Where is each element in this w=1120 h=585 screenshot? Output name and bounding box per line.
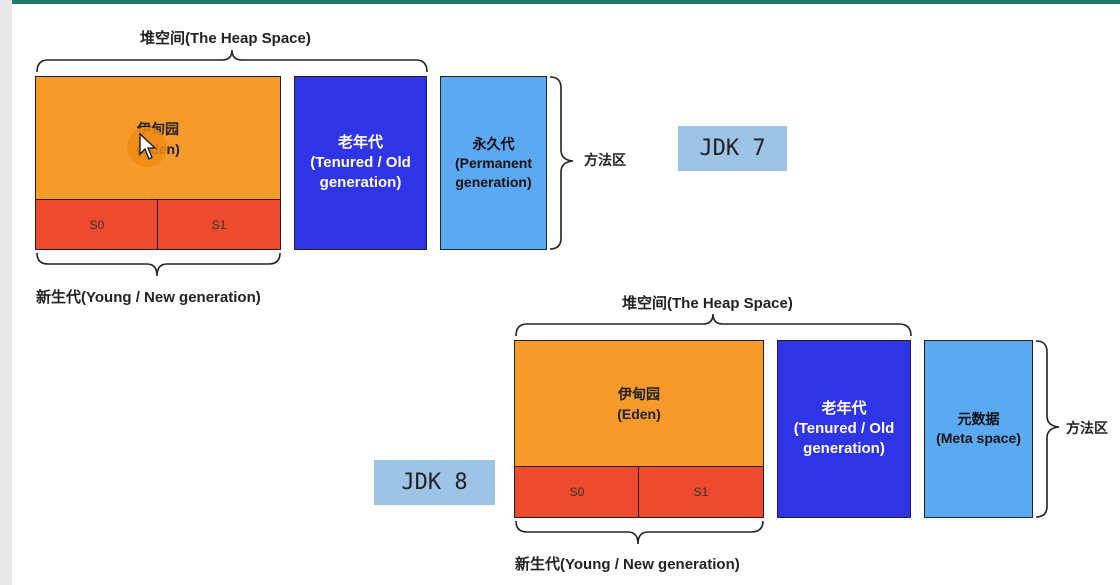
- jdk7-old-label: 老年代: [337, 134, 383, 151]
- jdk8-eden-sublabel: (Eden): [617, 406, 661, 422]
- jdk8-method-area-label: 方法区: [1066, 420, 1108, 436]
- jdk8-s0-box: S0: [514, 466, 640, 518]
- jdk7-old-sublabel-2: generation): [319, 174, 402, 191]
- jdk8-method-area-brace: [1035, 340, 1060, 518]
- jdk7-young-brace: [36, 252, 281, 277]
- jdk8-s1-box: S1: [638, 466, 764, 518]
- jdk8-old-sublabel-1: (Tenured / Old: [793, 420, 895, 437]
- mouse-cursor-icon: [139, 132, 157, 160]
- jdk8-heap-label: 堆空间(The Heap Space): [622, 295, 793, 312]
- jdk7-perm-sublabel-1: (Permanent: [454, 154, 533, 171]
- jdk8-heap-brace: [515, 313, 912, 337]
- jdk8-young-label: 新生代(Young / New generation): [515, 556, 740, 573]
- window-left-edge: [0, 0, 12, 585]
- jdk7-perm-gen-box: 永久代 (Permanent generation): [440, 76, 547, 250]
- jdk8-old-gen-box: 老年代 (Tenured / Old generation): [777, 340, 911, 518]
- jdk8-old-label: 老年代: [821, 400, 867, 417]
- jdk8-eden-label: 伊甸园: [618, 386, 660, 402]
- jdk7-method-area-brace: [549, 76, 574, 250]
- window-top-bar: [0, 0, 1120, 4]
- jdk7-perm-label: 永久代: [472, 135, 515, 152]
- jdk7-s1-box: S1: [157, 199, 281, 250]
- jdk7-method-area-label: 方法区: [584, 152, 626, 168]
- jdk8-metaspace-box: 元数据 (Meta space): [924, 340, 1033, 518]
- jdk8-s1-label: S1: [693, 485, 709, 499]
- jdk7-s0-box: S0: [35, 199, 159, 250]
- jdk8-s0-label: S0: [569, 485, 585, 499]
- jdk7-perm-sublabel-2: generation): [455, 173, 532, 190]
- jdk8-old-sublabel-2: generation): [803, 440, 885, 457]
- jdk7-heap-brace: [36, 49, 428, 73]
- jdk7-old-gen-box: 老年代 (Tenured / Old generation): [294, 76, 427, 250]
- jdk8-eden-box: 伊甸园 (Eden): [514, 340, 764, 468]
- jdk7-s0-label: S0: [89, 217, 105, 232]
- jdk7-old-sublabel-1: (Tenured / Old: [310, 154, 411, 171]
- jdk7-young-label: 新生代(Young / New generation): [36, 289, 261, 306]
- jdk8-meta-sublabel: (Meta space): [936, 430, 1021, 446]
- jdk8-young-brace: [515, 520, 764, 545]
- jdk7-s1-label: S1: [211, 217, 227, 232]
- jdk8-badge: JDK 8: [374, 460, 495, 505]
- jdk7-heap-label: 堆空间(The Heap Space): [140, 30, 311, 47]
- jdk8-meta-label: 元数据: [957, 411, 1000, 427]
- jdk7-badge: JDK 7: [678, 126, 787, 171]
